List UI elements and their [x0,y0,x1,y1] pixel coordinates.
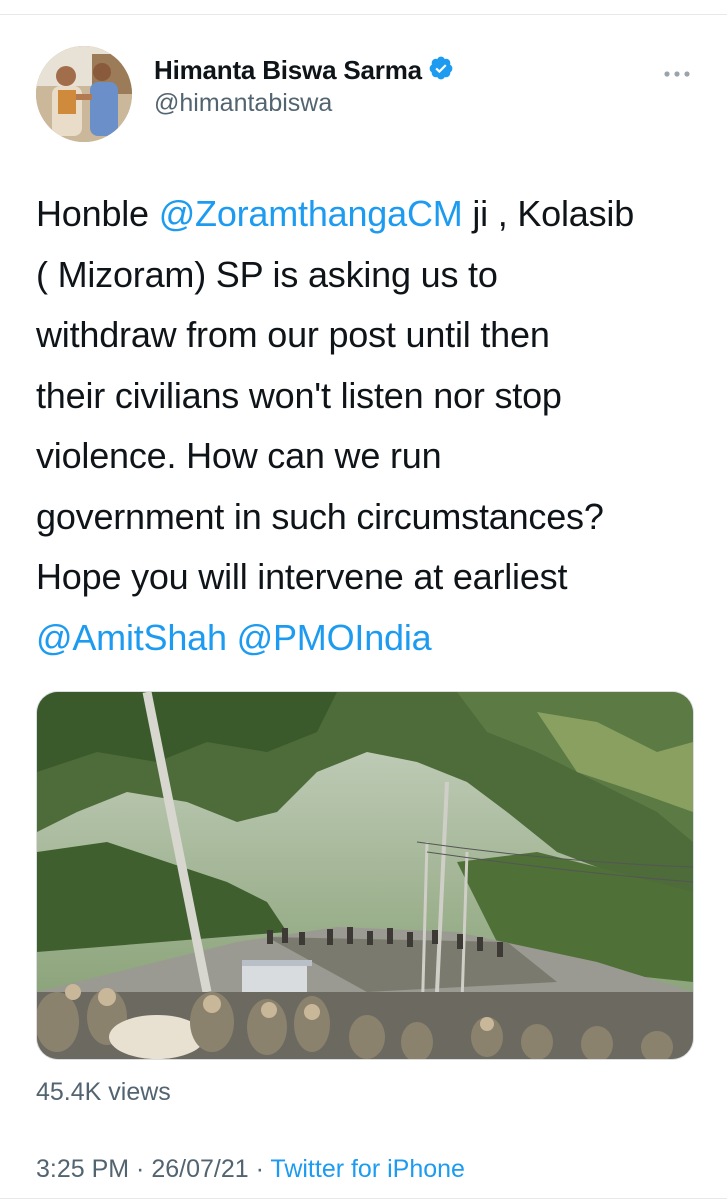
tweet-header: Himanta Biswa Sarma @himantabiswa [36,46,696,142]
tweet-meta: 3:25 PM · 26/07/21 · Twitter for iPhone [36,1155,465,1184]
tweet-text-segment: their civilians won't listen nor stop [36,374,562,416]
more-options-icon[interactable] [662,64,692,84]
tweet-date[interactable]: 26/07/21 [151,1155,248,1183]
tweet-text-segment [227,617,237,658]
verified-badge-icon [429,56,453,80]
meta-separator: · [129,1155,152,1183]
display-name[interactable]: Himanta Biswa Sarma [154,54,422,86]
tweet-text-segment: Hope you will intervene at earliest [36,556,568,597]
handle[interactable]: @himantabiswa [154,88,454,118]
tweet-text-line: their civilians won't listen nor stop [36,366,706,427]
avatar[interactable] [36,46,132,142]
tweet-text-segment: Honble [36,193,159,234]
tweet-text-line: ( Mizoram) SP is asking us to [36,245,706,306]
tweet-text-line: @AmitShah @PMOIndia [36,608,706,669]
tweet-text-segment: violence. How can we run [36,435,442,476]
mention-link[interactable]: @AmitShah [36,617,227,658]
author-info[interactable]: Himanta Biswa Sarma @himantabiswa [154,54,454,118]
tweet-text: Honble @ZoramthangaCM ji , Kolasib ( Mizo… [36,184,706,668]
meta-separator: · [248,1155,271,1183]
tweet-text-line: Hope you will intervene at earliest [36,547,706,608]
mention-link[interactable]: @ZoramthangaCM [159,193,463,234]
tweet-text-segment: government in such circumstances? [36,495,604,537]
tweet-text-segment: ( Mizoram) SP is asking us to [36,253,498,295]
tweet-text-line: government in such circumstances? [36,487,706,548]
top-divider [0,0,727,15]
bottom-divider [0,1198,727,1199]
tweet-text-line: Honble @ZoramthangaCM ji , Kolasib [36,184,706,245]
tweet-source[interactable]: Twitter for iPhone [270,1155,465,1183]
tweet-media[interactable] [36,691,694,1060]
tweet-text-line: violence. How can we run [36,426,706,487]
tweet-text-segment: ji , Kolasib [462,193,635,234]
avatar-photo [36,46,132,142]
view-count: 45.4K views [36,1078,171,1106]
tweet-text-segment: withdraw from our post until then [36,314,550,355]
mention-link[interactable]: @PMOIndia [237,617,432,658]
tweet-text-line: withdraw from our post until then [36,305,706,366]
media-photo [37,692,693,1059]
tweet-time[interactable]: 3:25 PM [36,1155,129,1183]
